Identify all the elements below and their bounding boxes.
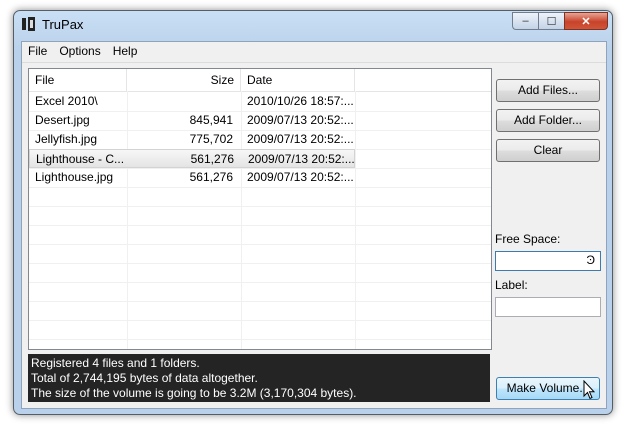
column-header-size[interactable]: Size <box>127 69 241 91</box>
column-header-date[interactable]: Date <box>241 69 355 91</box>
cell-file: Excel 2010\ <box>35 94 98 108</box>
volume-label-field[interactable] <box>495 297 601 317</box>
add-files-button[interactable]: Add Files... <box>496 79 600 102</box>
add-folder-button[interactable]: Add Folder... <box>496 109 600 132</box>
cell-date: 2010/10/26 18:57:... <box>247 94 354 108</box>
cell-size <box>127 92 241 111</box>
table-row[interactable]: Desert.jpg 845,941 2009/07/13 20:52:... <box>29 111 355 130</box>
row-gridline <box>29 187 491 188</box>
list-header: File Size Date <box>29 69 491 92</box>
menu-options[interactable]: Options <box>53 42 106 62</box>
row-gridline <box>29 339 491 340</box>
cell-date: 2009/07/13 20:52:... <box>247 132 354 146</box>
status-line: Total of 2,744,195 bytes of data altoget… <box>31 371 258 385</box>
status-panel: Registered 4 files and 1 folders. Total … <box>28 354 490 402</box>
window-title: TruPax <box>42 17 84 32</box>
row-gridline <box>29 225 491 226</box>
trupax-app-icon <box>22 17 36 31</box>
free-space-field[interactable]: Ͽ <box>495 251 601 271</box>
window-controls: ‒ ☐ ✕ <box>512 12 608 31</box>
row-gridline <box>29 320 491 321</box>
title-bar[interactable]: TruPax ‒ ☐ ✕ <box>14 11 612 38</box>
status-line: Registered 4 files and 1 folders. <box>31 356 200 370</box>
cell-file: Jellyfish.jpg <box>35 132 98 146</box>
column-header-file[interactable]: File <box>29 69 127 91</box>
maximize-button[interactable]: ☐ <box>538 12 564 30</box>
menu-bar: File Options Help <box>22 42 606 63</box>
cell-date: 2009/07/13 20:52:... <box>247 170 354 184</box>
cell-size: 775,702 <box>189 132 233 146</box>
row-gridline <box>29 244 491 245</box>
cell-size: 561,276 <box>190 152 234 166</box>
clear-button[interactable]: Clear <box>496 139 600 162</box>
volume-label-label: Label: <box>495 278 528 292</box>
cell-size: 845,941 <box>189 113 233 127</box>
file-list[interactable]: File Size Date Excel 2010\ 2010/10/26 18… <box>28 68 492 350</box>
cell-file: Lighthouse.jpg <box>35 170 114 184</box>
cell-date: 2009/07/13 20:52:... <box>247 113 354 127</box>
free-space-glyph: Ͽ <box>586 253 595 267</box>
cell-file: Lighthouse - C... <box>36 152 125 166</box>
close-button[interactable]: ✕ <box>564 12 608 30</box>
status-line: The size of the volume is going to be 3.… <box>31 386 357 400</box>
row-gridline <box>29 301 491 302</box>
row-gridline <box>29 282 491 283</box>
column-header-blank <box>355 69 491 91</box>
cell-file: Desert.jpg <box>35 113 90 127</box>
free-space-label: Free Space: <box>495 232 561 246</box>
table-row-selected[interactable]: Lighthouse - C... 561,276 2009/07/13 20:… <box>29 149 355 168</box>
menu-file[interactable]: File <box>22 42 53 62</box>
cell-date: 2009/07/13 20:52:... <box>248 152 355 166</box>
row-gridline <box>29 206 491 207</box>
mouse-pointer-icon <box>583 380 595 400</box>
table-row[interactable]: Lighthouse.jpg 561,276 2009/07/13 20:52:… <box>29 168 355 187</box>
table-row[interactable]: Excel 2010\ 2010/10/26 18:57:... <box>29 92 355 111</box>
minimize-button[interactable]: ‒ <box>512 12 538 30</box>
trupax-window: TruPax ‒ ☐ ✕ File Options Help File Size… <box>13 10 613 415</box>
cell-size: 561,276 <box>189 170 233 184</box>
client-area: File Options Help File Size Date Excel 2… <box>21 41 607 409</box>
table-row[interactable]: Jellyfish.jpg 775,702 2009/07/13 20:52:.… <box>29 130 355 149</box>
row-gridline <box>29 263 491 264</box>
menu-help[interactable]: Help <box>107 42 144 62</box>
